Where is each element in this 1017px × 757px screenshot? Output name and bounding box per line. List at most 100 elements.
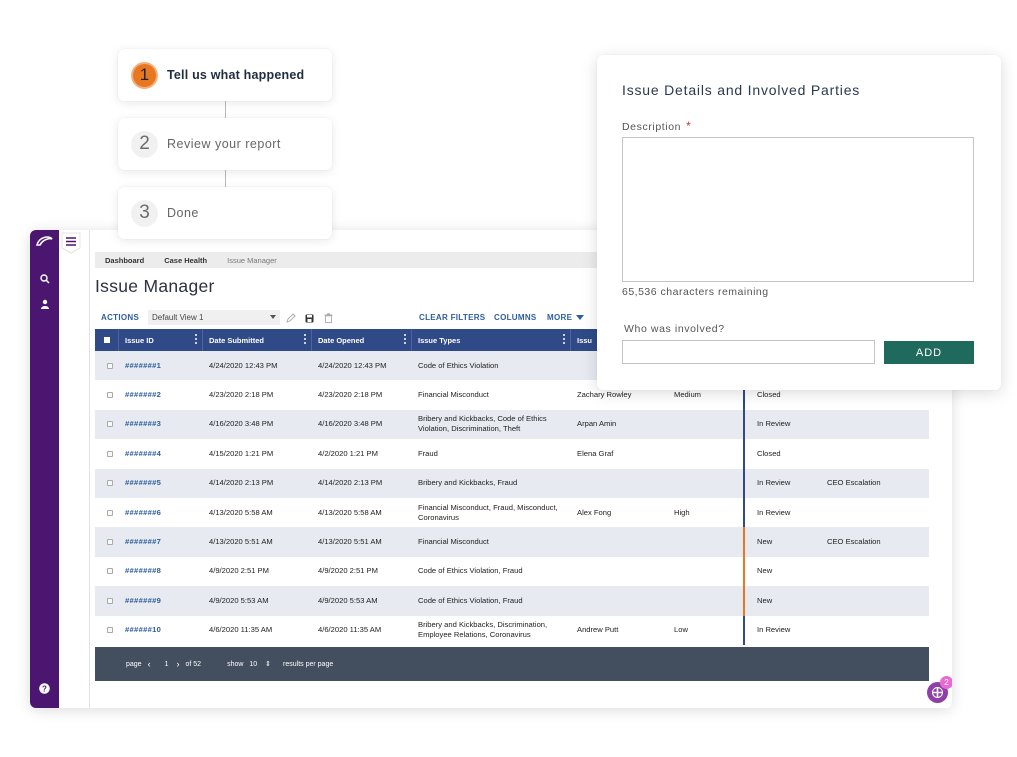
step-label: Review your report: [167, 137, 281, 151]
description-field[interactable]: [622, 137, 974, 282]
step-number: 3: [131, 199, 158, 227]
search-icon[interactable]: [30, 274, 59, 284]
prev-page-button[interactable]: ‹: [148, 659, 151, 669]
per-page-select[interactable]: 10 ⇕: [249, 660, 277, 668]
checkbox-icon[interactable]: [107, 627, 113, 634]
table-row[interactable]: #######5 4/14/2020 2:13 PM 4/14/2020 2:13 …: [95, 468, 929, 498]
date-submitted-cell: 4/14/2020 2:13 PM: [209, 478, 274, 488]
status-text: In Review: [757, 478, 791, 488]
row-select[interactable]: [95, 421, 119, 428]
delete-icon[interactable]: [321, 311, 335, 325]
checkbox-icon: [104, 337, 110, 343]
step-1: 1 Tell us what happened: [118, 49, 332, 101]
table-row[interactable]: #######8 4/9/2020 2:51 PM 4/9/2020 2:51 PM…: [95, 556, 929, 587]
row-select[interactable]: [95, 509, 119, 516]
sidebar-toggle[interactable]: [61, 232, 81, 254]
issue-id-link[interactable]: #######4: [125, 449, 161, 458]
column-menu-icon[interactable]: [563, 334, 565, 344]
checkbox-icon[interactable]: [107, 568, 113, 575]
issue-id-cell: #######9: [119, 596, 203, 606]
row-select[interactable]: [95, 627, 119, 634]
date-opened-cell: 4/14/2020 2:13 PM: [318, 478, 383, 488]
edit-icon[interactable]: [284, 311, 298, 325]
help-icon[interactable]: ?: [30, 683, 59, 694]
next-page-button[interactable]: ›: [176, 659, 179, 669]
row-select[interactable]: [95, 450, 119, 457]
save-icon[interactable]: [302, 311, 316, 325]
escalation-cell: CEO Escalation: [827, 478, 881, 488]
checkbox-icon[interactable]: [107, 597, 113, 604]
more-button[interactable]: MORE: [547, 313, 585, 322]
table-row[interactable]: #######9 4/9/2020 5:53 AM 4/9/2020 5:53 AM…: [95, 586, 929, 616]
column-menu-icon[interactable]: [304, 334, 306, 344]
issue-id-link[interactable]: #######6: [125, 508, 161, 517]
checkbox-icon[interactable]: [107, 480, 113, 487]
status-indicator: [743, 615, 745, 645]
step-3: 3 Done: [118, 187, 332, 239]
checkbox-icon[interactable]: [107, 362, 113, 369]
current-page[interactable]: 1: [165, 661, 169, 668]
issue-id-cell: #######1: [119, 361, 203, 371]
menu-icon: [61, 232, 81, 254]
table-row[interactable]: #######4 4/15/2020 1:21 PM 4/2/2020 1:21 P…: [95, 439, 929, 469]
table-row[interactable]: #######6 4/13/2020 5:58 AM 4/13/2020 5:58 …: [95, 497, 929, 528]
column-header-label: Issue Types: [418, 335, 461, 345]
checkbox-icon[interactable]: [107, 450, 113, 457]
issue-id-link[interactable]: #######7: [125, 537, 161, 546]
column-menu-icon[interactable]: [195, 334, 197, 344]
columns-button[interactable]: COLUMNS: [494, 313, 537, 322]
issue-id-link[interactable]: ######10: [125, 625, 161, 634]
assistant-button[interactable]: 2: [927, 676, 952, 703]
issue-id-link[interactable]: #######9: [125, 596, 161, 605]
person-cell: Alex Fong: [577, 507, 612, 517]
status-cell: New: [743, 586, 821, 616]
column-header[interactable]: Date Opened: [312, 329, 412, 351]
issue-id-cell: #######6: [119, 508, 203, 518]
user-icon[interactable]: [30, 299, 59, 309]
person-cell: Elena Graf: [577, 448, 614, 458]
who-involved-input[interactable]: [622, 340, 875, 364]
checkbox-icon[interactable]: [107, 539, 113, 546]
status-indicator: [743, 497, 745, 528]
row-select[interactable]: [95, 539, 119, 546]
breadcrumb-dashboard[interactable]: Dashboard: [95, 250, 158, 267]
person-cell: Zachary Rowley: [577, 390, 632, 400]
column-header[interactable]: Issue Types: [412, 329, 571, 351]
checkbox-icon[interactable]: [107, 421, 113, 428]
table-row[interactable]: #######7 4/13/2020 5:51 AM 4/13/2020 5:51 …: [95, 527, 929, 557]
column-menu-icon[interactable]: [404, 334, 406, 344]
checkbox-icon[interactable]: [107, 509, 113, 516]
issue-id-link[interactable]: #######8: [125, 566, 161, 575]
issue-id-cell: ######10: [119, 625, 203, 635]
issue-id-link[interactable]: #######3: [125, 419, 161, 428]
view-select[interactable]: Default View 1: [148, 310, 280, 325]
issue-id-link[interactable]: #######1: [125, 361, 161, 370]
column-header[interactable]: Issue ID: [119, 329, 203, 351]
row-select[interactable]: [95, 362, 119, 369]
row-select[interactable]: [95, 568, 119, 575]
column-header-label: Issu: [577, 335, 593, 345]
table-row[interactable]: ######10 4/6/2020 11:35 AM 4/6/2020 11:35 …: [95, 615, 929, 645]
issue-id-link[interactable]: #######2: [125, 390, 161, 399]
checkbox-icon[interactable]: [107, 392, 113, 399]
page-title: Issue Manager: [95, 276, 215, 296]
table-row[interactable]: #######3 4/16/2020 3:48 PM 4/16/2020 3:48 …: [95, 409, 929, 440]
row-select[interactable]: [95, 597, 119, 604]
add-button[interactable]: ADD: [884, 341, 974, 364]
clear-filters-button[interactable]: CLEAR FILTERS: [419, 313, 485, 322]
column-header[interactable]: Date Submitted: [203, 329, 312, 351]
breadcrumb-case-health[interactable]: Case Health: [154, 250, 221, 267]
date-submitted-cell: 4/23/2020 2:18 PM: [209, 390, 274, 400]
sidebar: ?: [30, 230, 59, 708]
row-select[interactable]: [95, 392, 119, 399]
issue-id-link[interactable]: #######5: [125, 478, 161, 487]
select-all-checkbox[interactable]: [95, 329, 119, 351]
step-label: Done: [167, 206, 199, 220]
row-select[interactable]: [95, 480, 119, 487]
logo-icon[interactable]: [30, 235, 59, 247]
issue-id-cell: #######4: [119, 449, 203, 459]
issue-id-cell: #######2: [119, 390, 203, 400]
actions-button[interactable]: ACTIONS: [101, 313, 139, 322]
status-indicator: [743, 468, 745, 498]
more-label: MORE: [547, 313, 573, 322]
